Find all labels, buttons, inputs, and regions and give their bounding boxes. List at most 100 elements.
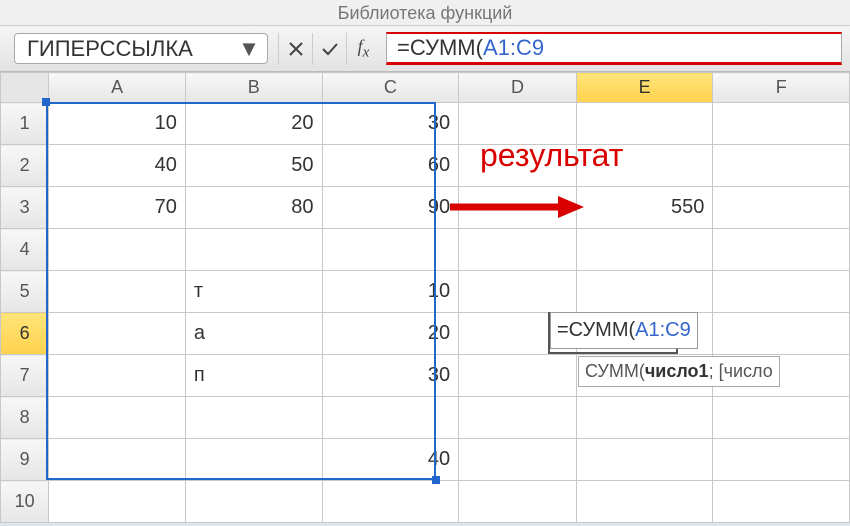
cell-B2[interactable]: 50 [185,145,322,187]
cell-E9[interactable] [576,439,713,481]
insert-function-button[interactable]: fx [346,33,380,65]
cell-D3[interactable] [459,187,577,229]
cell-A6[interactable] [49,313,186,355]
cell-B4[interactable] [185,229,322,271]
cell-F6[interactable] [713,313,850,355]
result-annotation: результат [480,137,623,174]
row-header-4[interactable]: 4 [1,229,49,271]
enter-button[interactable] [312,33,346,65]
name-box-dropdown-icon[interactable]: ▼ [237,36,261,62]
cell-E5[interactable] [576,271,713,313]
cell-D9[interactable] [459,439,577,481]
cell-A8[interactable] [49,397,186,439]
ribbon-group-label: Библиотека функций [0,0,850,26]
formula-bar: ГИПЕРССЫЛКА ▼ fx =СУММ(A1:C9 [0,26,850,72]
cell-C8[interactable] [322,397,459,439]
table-row: 10 [1,481,850,523]
table-row: 2405060 [1,145,850,187]
selection-handle-br[interactable] [432,476,440,484]
cell-A2[interactable]: 40 [49,145,186,187]
cell-D8[interactable] [459,397,577,439]
col-header-A[interactable]: A [49,73,186,103]
cell-B1[interactable]: 20 [185,103,322,145]
cell-C2[interactable]: 60 [322,145,459,187]
cell-A7[interactable] [49,355,186,397]
cell-B6[interactable]: а [185,313,322,355]
row-header-1[interactable]: 1 [1,103,49,145]
row-header-5[interactable]: 5 [1,271,49,313]
formula-text-ref: A1:C9 [483,35,544,61]
cell-C9[interactable]: 40 [322,439,459,481]
cancel-button[interactable] [278,33,312,65]
cell-A10[interactable] [49,481,186,523]
cell-editor-prefix: =СУММ( [557,319,635,341]
cell-A9[interactable] [49,439,186,481]
col-header-F[interactable]: F [713,73,850,103]
cell-B5[interactable]: т [185,271,322,313]
selection-handle-tl[interactable] [42,98,50,106]
cell-D7[interactable] [459,355,577,397]
cell-F3[interactable] [713,187,850,229]
x-icon [288,41,304,57]
cell-C10[interactable] [322,481,459,523]
table-row: 1102030 [1,103,850,145]
tooltip-func: СУММ( [585,361,645,381]
cell-D4[interactable] [459,229,577,271]
row-header-6[interactable]: 6 [1,313,49,355]
cell-C1[interactable]: 30 [322,103,459,145]
table-row: 3708090 550 [1,187,850,229]
cell-A1[interactable]: 10 [49,103,186,145]
table-row: 5 т10 [1,271,850,313]
cell-F4[interactable] [713,229,850,271]
row-header-10[interactable]: 10 [1,481,49,523]
cell-B9[interactable] [185,439,322,481]
name-box[interactable]: ГИПЕРССЫЛКА ▼ [14,33,268,64]
cell-D10[interactable] [459,481,577,523]
col-header-D[interactable]: D [459,73,577,103]
cell-F10[interactable] [713,481,850,523]
cell-F1[interactable] [713,103,850,145]
function-tooltip: СУММ(число1; [число [578,356,780,387]
row-header-9[interactable]: 9 [1,439,49,481]
cell-E10[interactable] [576,481,713,523]
tooltip-rest: ; [число [709,361,773,381]
cell-C6[interactable]: 20 [322,313,459,355]
cell-B8[interactable] [185,397,322,439]
tooltip-arg1: число1 [645,361,709,381]
cell-E3[interactable]: 550 [576,187,713,229]
cell-C4[interactable] [322,229,459,271]
cell-C5[interactable]: 10 [322,271,459,313]
cell-F2[interactable] [713,145,850,187]
column-headers: A B C D E F [1,73,850,103]
row-header-3[interactable]: 3 [1,187,49,229]
row-header-2[interactable]: 2 [1,145,49,187]
cell-E8[interactable] [576,397,713,439]
grid-table: A B C D E F 11020302405060370809055045т1… [0,72,850,523]
cell-F9[interactable] [713,439,850,481]
formula-input[interactable]: =СУММ(A1:C9 [386,32,842,65]
cell-C3[interactable]: 90 [322,187,459,229]
fx-icon: fx [358,36,370,62]
row-header-7[interactable]: 7 [1,355,49,397]
cell-D5[interactable] [459,271,577,313]
table-row: 8 [1,397,850,439]
cell-E4[interactable] [576,229,713,271]
col-header-C[interactable]: C [322,73,459,103]
cell-editor[interactable]: =СУММ(A1:C9 [550,312,698,349]
cell-A5[interactable] [49,271,186,313]
cell-F5[interactable] [713,271,850,313]
formula-text-prefix: =СУММ( [397,35,483,61]
col-header-E[interactable]: E [576,73,713,103]
table-row: 6 а20 [1,313,850,355]
cell-B10[interactable] [185,481,322,523]
col-header-B[interactable]: B [185,73,322,103]
row-header-8[interactable]: 8 [1,397,49,439]
cell-B3[interactable]: 80 [185,187,322,229]
cell-A4[interactable] [49,229,186,271]
cell-C7[interactable]: 30 [322,355,459,397]
cell-B7[interactable]: п [185,355,322,397]
spreadsheet-grid[interactable]: A B C D E F 11020302405060370809055045т1… [0,72,850,523]
check-icon [321,41,339,57]
cell-F8[interactable] [713,397,850,439]
cell-A3[interactable]: 70 [49,187,186,229]
